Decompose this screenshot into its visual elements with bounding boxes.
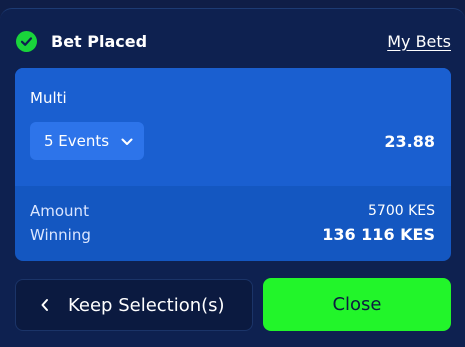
chevron-down-icon (121, 134, 133, 152)
bet-summary-card: Multi 5 Events 23.88 Amount 5700 KES Win… (15, 68, 451, 261)
winning-value: 136 116 KES (322, 225, 435, 244)
check-circle-icon (16, 30, 37, 52)
bet-type-label: Multi (30, 89, 67, 107)
close-button-label: Close (332, 294, 382, 315)
amount-value: 5700 KES (368, 203, 435, 219)
winning-label: Winning (30, 225, 91, 244)
header-title: Bet Placed (51, 31, 148, 51)
events-dropdown[interactable]: 5 Events (30, 122, 144, 160)
amount-label: Amount (30, 202, 89, 220)
keep-selections-button[interactable]: Keep Selection(s) (15, 279, 253, 331)
amount-row: Amount 5700 KES (30, 202, 435, 220)
chevron-left-icon (40, 298, 50, 312)
panel-header: Bet Placed My Bets (16, 27, 451, 55)
total-odds: 23.88 (384, 132, 435, 151)
winning-row: Winning 136 116 KES (30, 225, 435, 244)
keep-selections-label: Keep Selection(s) (68, 294, 225, 316)
my-bets-link[interactable]: My Bets (387, 32, 451, 51)
events-dropdown-label: 5 Events (44, 132, 110, 150)
close-button[interactable]: Close (263, 278, 451, 331)
